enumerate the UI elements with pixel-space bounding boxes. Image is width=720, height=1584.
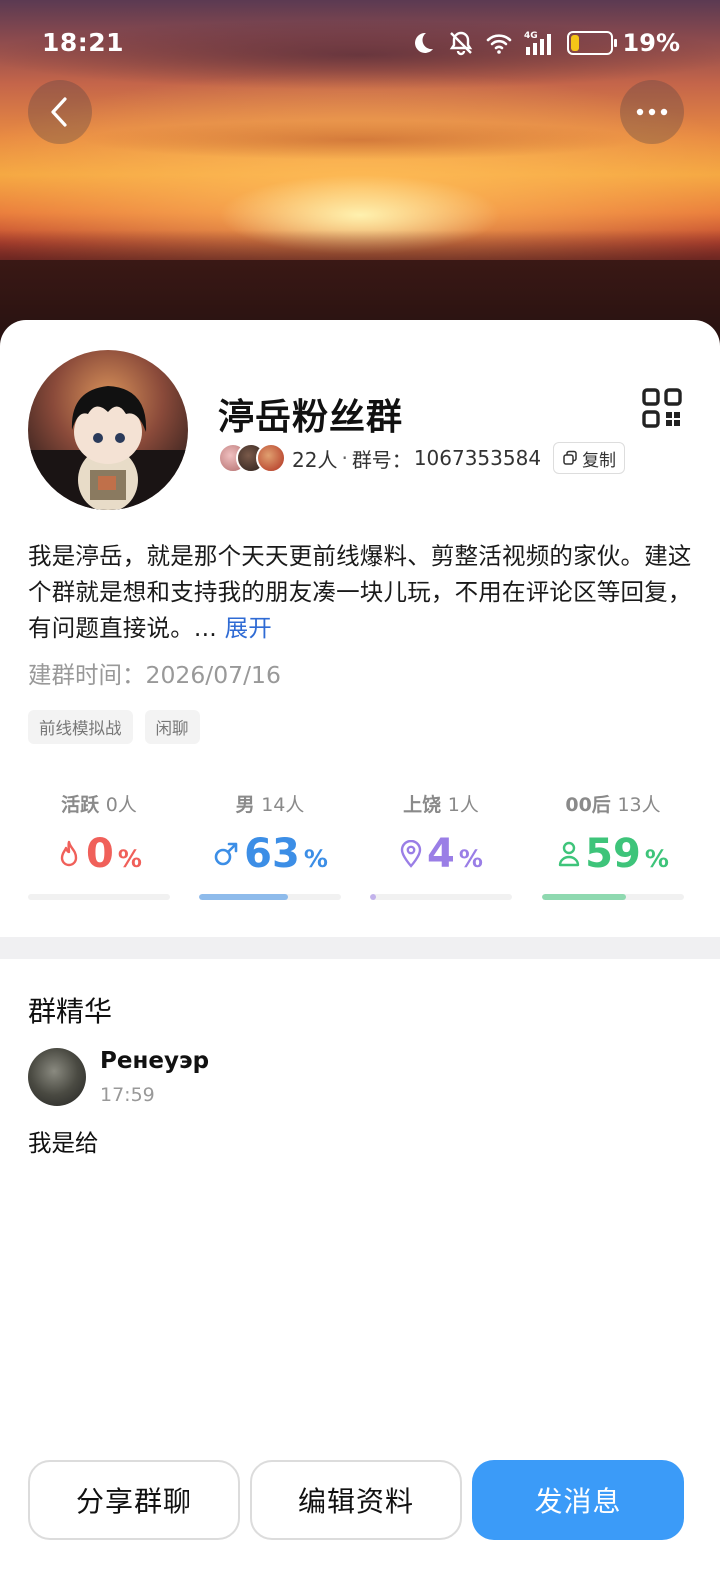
svg-text:4G: 4G: [524, 31, 538, 41]
stat-unit: %: [117, 845, 142, 873]
more-button[interactable]: [620, 80, 684, 144]
more-dots-icon: [636, 108, 668, 116]
stat-value: 63%: [199, 831, 341, 877]
person-icon: [558, 841, 580, 867]
meta-separator: ·: [341, 446, 348, 470]
copy-button[interactable]: 复制: [553, 442, 626, 474]
section-divider: [0, 937, 720, 959]
copy-label: 复制: [582, 450, 617, 471]
stat-label: 00后 13人: [542, 790, 684, 817]
stat-name: 活跃: [61, 794, 100, 816]
stat-label: 男 14人: [199, 790, 341, 817]
post-text[interactable]: 我是给: [28, 1124, 99, 1158]
status-time: 18:21: [42, 28, 125, 57]
stat-bar: [370, 894, 512, 900]
status-icons: 4G 19%: [409, 28, 680, 58]
stat-name: 上饶: [403, 794, 442, 816]
essence-title[interactable]: 群精华: [28, 990, 112, 1030]
wifi-icon: [486, 34, 511, 54]
stat-percent: 63: [244, 831, 300, 877]
stat-bar: [28, 894, 170, 900]
stat-name: 男: [235, 794, 255, 816]
cellular-signal-icon: 4G: [524, 31, 551, 55]
stat-location[interactable]: 上饶 1人 4%: [370, 790, 512, 900]
stat-count: 0人: [105, 794, 137, 816]
group-id-value: 1067353584: [413, 446, 542, 470]
bell-muted-icon: [449, 31, 472, 56]
tag-list: 前线模拟战 闲聊: [28, 710, 200, 744]
intro-text: 我是渟岳，就是那个天天更前线爆料、剪整活视频的家伙。建这个群就是想和支持我的朋友…: [28, 542, 692, 642]
group-id-label: 群号：: [351, 447, 412, 472]
stat-bar: [542, 894, 684, 900]
post-author-avatar[interactable]: [28, 1048, 86, 1106]
stat-name: 00后: [565, 794, 611, 816]
created-date: 2026/07/16: [145, 661, 281, 689]
male-icon: [214, 842, 238, 866]
created-label: 建群时间：: [28, 661, 146, 689]
bottom-action-bar: 分享群聊 编辑资料 发消息: [0, 1460, 720, 1540]
stat-percent: 0: [86, 831, 114, 877]
moon-icon: [414, 32, 433, 53]
tag[interactable]: 前线模拟战: [28, 710, 133, 744]
stat-unit: %: [458, 845, 483, 873]
post-time: 17:59: [100, 1084, 155, 1106]
qr-code-icon[interactable]: [640, 386, 684, 430]
edit-profile-button[interactable]: 编辑资料: [250, 1460, 462, 1540]
stat-label: 活跃 0人: [28, 790, 170, 817]
group-name: 渟岳粉丝群: [218, 397, 404, 438]
group-avatar[interactable]: [28, 350, 188, 510]
member-count[interactable]: 22人: [292, 444, 337, 473]
send-message-button[interactable]: 发消息: [472, 1460, 684, 1540]
stat-count: 13人: [617, 794, 661, 816]
post-author[interactable]: Ренеуэр: [100, 1048, 209, 1074]
stat-value: 4%: [370, 831, 512, 877]
avatar-illustration: [28, 386, 188, 510]
battery-icon: [566, 31, 617, 55]
member-avatars[interactable]: [218, 441, 290, 475]
battery-percent: 19%: [622, 29, 680, 57]
stat-age[interactable]: 00后 13人 59%: [542, 790, 684, 900]
stat-percent: 59: [585, 831, 641, 877]
stat-count: 1人: [447, 794, 479, 816]
group-intro: 我是渟岳，就是那个天天更前线爆料、剪整活视频的家伙。建这个群就是想和支持我的朋友…: [28, 538, 692, 646]
location-pin-icon: [400, 840, 422, 868]
share-group-button[interactable]: 分享群聊: [28, 1460, 240, 1540]
member-stats: 活跃 0人 0% 男 14人 63% 上饶 1人 4 % 00后 13人 59 …: [28, 790, 684, 910]
stat-percent: 4: [427, 831, 455, 877]
stat-value: 0%: [28, 831, 170, 877]
stat-unit: %: [644, 845, 669, 873]
chevron-left-icon: [51, 97, 67, 127]
stat-active[interactable]: 活跃 0人 0%: [28, 790, 170, 900]
stat-value: 59%: [542, 831, 684, 877]
stat-bar: [199, 894, 341, 900]
group-meta: 22人 · 群号： 1067353584 复制: [218, 438, 626, 478]
flame-icon: [60, 840, 78, 867]
status-bar: 18:21 4G 19%: [0, 0, 720, 86]
expand-link[interactable]: 展开: [225, 614, 272, 642]
copy-icon: [563, 450, 577, 465]
tag[interactable]: 闲聊: [144, 710, 200, 744]
stat-unit: %: [303, 845, 328, 873]
group-info-card: 渟岳粉丝群 22人 · 群号： 1067353584 复制 我是渟岳，就是那个天…: [0, 320, 720, 1584]
stat-gender[interactable]: 男 14人 63%: [199, 790, 341, 900]
stat-label: 上饶 1人: [370, 790, 512, 817]
member-avatar: [256, 443, 286, 473]
stat-count: 14人: [261, 794, 305, 816]
back-button[interactable]: [28, 80, 92, 144]
created-date-row: 建群时间：2026/07/16: [28, 656, 281, 690]
